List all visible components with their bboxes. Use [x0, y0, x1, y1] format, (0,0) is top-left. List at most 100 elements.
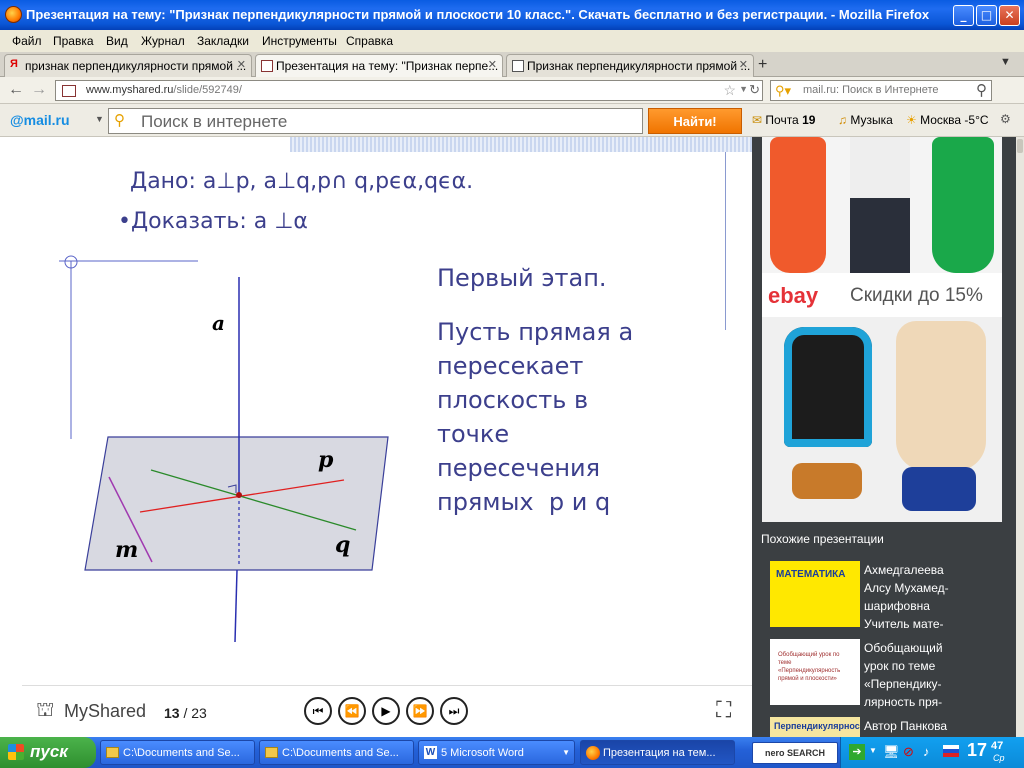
- windows-logo-icon: [8, 744, 24, 760]
- similar-text-3[interactable]: Автор Панкова: [864, 717, 947, 735]
- task-explorer-1[interactable]: C:\Documents and Se...: [100, 740, 255, 765]
- music-icon: ♫: [838, 113, 847, 127]
- task-explorer-2[interactable]: C:\Documents and Se...: [259, 740, 414, 765]
- back-icon[interactable]: ←: [8, 81, 24, 99]
- url-bar[interactable]: www.myshared.ru/slide/592749/ ☆ ▼ ↻: [55, 80, 763, 101]
- tab-label: признак перпендикулярности прямой ...: [25, 59, 247, 73]
- similar-text-1[interactable]: Ахмедгалеева Алсу Мухамед- шарифовна Учи…: [864, 561, 949, 633]
- page-margin: [0, 137, 22, 737]
- tab-close-icon[interactable]: ✕: [739, 58, 748, 71]
- play-button[interactable]: ▶: [372, 697, 400, 725]
- toolbar-more-icon[interactable]: ⚙: [1000, 112, 1011, 126]
- menu-help[interactable]: Справка: [346, 34, 393, 48]
- reload-icon[interactable]: ↻: [749, 82, 760, 98]
- similar-text-2[interactable]: Обобщающий урок по теме «Перпендику- ляр…: [864, 639, 943, 711]
- last-slide-button[interactable]: ⏭: [440, 697, 468, 725]
- page-indicator: 13 / 23: [164, 705, 207, 721]
- folder-icon: [106, 747, 119, 758]
- stage-line: точке: [437, 420, 510, 448]
- tray-dropdown-icon[interactable]: ▼: [869, 746, 877, 755]
- page-total: / 23: [183, 705, 207, 721]
- first-slide-button[interactable]: ⏮: [304, 697, 332, 725]
- label-m: m: [115, 537, 139, 563]
- thumb-title: Перпендикулярность: [774, 721, 860, 731]
- search-engine-icon[interactable]: ⚲▾: [775, 83, 791, 99]
- tab-list-icon[interactable]: ▼: [1000, 56, 1011, 68]
- site-icon: [62, 85, 76, 97]
- minimize-button[interactable]: _: [953, 5, 974, 26]
- geometry-figure: [59, 255, 389, 643]
- shield-icon[interactable]: ⊘: [903, 744, 914, 760]
- search-placeholder: mail.ru: Поиск в Интернете: [803, 84, 939, 96]
- similar-thumb-1[interactable]: МАТЕМАТИКА: [770, 561, 860, 627]
- task-label: 5 Microsoft Word: [441, 747, 524, 759]
- mail-link[interactable]: ✉ Почта 19: [752, 113, 815, 127]
- menu-edit[interactable]: Правка: [53, 34, 94, 48]
- menu-tools[interactable]: Инструменты: [262, 34, 337, 48]
- find-button[interactable]: Найти!: [648, 108, 742, 134]
- scroll-thumb[interactable]: [1017, 139, 1023, 153]
- search-engine-icon: ⚲: [114, 112, 125, 129]
- search-bar[interactable]: ⚲▾ mail.ru: Поиск в Интернете ⚲: [770, 80, 992, 101]
- tab-label: Признак перпендикулярности прямой ...: [527, 59, 751, 73]
- stage-line: Пусть прямая a: [437, 318, 634, 346]
- window-titlebar[interactable]: Презентация на тему: "Признак перпендику…: [0, 0, 1024, 30]
- dropdown-icon[interactable]: ▼: [739, 84, 748, 94]
- similar-thumb-2[interactable]: Обобщающий урок по теме «Перпендикулярно…: [770, 639, 860, 705]
- music-label: Музыка: [850, 113, 893, 127]
- bookmark-star-icon[interactable]: ☆: [723, 82, 736, 99]
- tab-close-icon[interactable]: ✕: [488, 58, 497, 71]
- clock-day: Ср: [993, 753, 1005, 763]
- sun-icon: ☀: [906, 113, 917, 127]
- menu-bookmarks[interactable]: Закладки: [197, 34, 249, 48]
- task-label: C:\Documents and Se...: [123, 747, 240, 759]
- group-dropdown-icon[interactable]: ▼: [562, 748, 570, 757]
- tab-presentation[interactable]: Презентация на тему: "Признак перпе... ✕: [255, 54, 503, 78]
- myshared-logo-icon: ⛫: [36, 699, 55, 721]
- mailru-search-input[interactable]: ⚲ Поиск в интернете: [108, 108, 643, 134]
- logo-dropdown-icon[interactable]: ▼: [95, 114, 104, 124]
- forward-icon[interactable]: →: [31, 81, 47, 99]
- stage-heading: Первый этап.: [437, 264, 607, 292]
- label-p: p: [318, 447, 334, 473]
- similar-thumb-3[interactable]: Перпендикулярность: [770, 717, 860, 737]
- task-word[interactable]: W 5 Microsoft Word ▼: [418, 740, 575, 765]
- right-sidebar: ebay Скидки до 15% Похожие презентации М…: [752, 137, 1016, 737]
- mailru-toolbar: @mail.ru ▼ ⚲ Поиск в интернете Найти! ✉ …: [0, 104, 1024, 137]
- mailru-logo[interactable]: @mail.ru: [10, 112, 70, 128]
- next-slide-button[interactable]: ⏩: [406, 697, 434, 725]
- search-icon[interactable]: ⚲: [976, 81, 987, 99]
- ad-banner[interactable]: ebay Скидки до 15%: [762, 137, 1002, 522]
- navigation-bar: ← → www.myshared.ru/slide/592749/ ☆ ▼ ↻ …: [0, 77, 1024, 104]
- url-host: www.myshared.ru: [86, 84, 174, 96]
- ad-ebay-strip: ebay Скидки до 15%: [762, 277, 1002, 313]
- ebay-logo: ebay: [768, 283, 819, 308]
- volume-icon[interactable]: ♪: [923, 744, 930, 759]
- intersection-point: [236, 492, 242, 498]
- slide-viewer: Дано: a⊥p, a⊥q,p∩ q,pϵα,qϵα. •Доказать: …: [22, 137, 752, 737]
- menu-view[interactable]: Вид: [106, 34, 128, 48]
- tab-similar[interactable]: Признак перпендикулярности прямой ... ✕: [506, 54, 754, 77]
- menu-history[interactable]: Журнал: [141, 34, 185, 48]
- yandex-icon: Я: [10, 58, 18, 70]
- tab-close-icon[interactable]: ✕: [237, 58, 246, 71]
- close-button[interactable]: ✕: [999, 5, 1020, 26]
- ad-dresses-image: [762, 137, 1002, 273]
- weather-link[interactable]: ☀ Москва -5°C: [906, 113, 989, 127]
- prev-slide-button[interactable]: ⏪: [338, 697, 366, 725]
- similar-line: Учитель мате-: [864, 617, 944, 631]
- similar-line: Ахмедгалеева: [864, 563, 944, 577]
- start-button[interactable]: пуск: [0, 737, 96, 768]
- maximize-button[interactable]: □: [976, 5, 997, 26]
- task-firefox[interactable]: Презентация на тем...: [580, 740, 735, 765]
- music-link[interactable]: ♫ Музыка: [838, 113, 893, 127]
- new-tab-button[interactable]: +: [758, 56, 767, 74]
- language-flag-icon[interactable]: [943, 745, 959, 757]
- tab-yandex[interactable]: Я признак перпендикулярности прямой ... …: [4, 54, 252, 77]
- network-icon[interactable]: 🖥: [883, 744, 900, 760]
- menu-file[interactable]: Файл: [12, 34, 42, 48]
- arrow-tray-icon[interactable]: ➔: [849, 744, 865, 760]
- nero-search-box[interactable]: nero SEARCH: [752, 742, 838, 764]
- fullscreen-icon[interactable]: ⛶: [716, 697, 731, 723]
- page-scrollbar[interactable]: [1016, 137, 1024, 737]
